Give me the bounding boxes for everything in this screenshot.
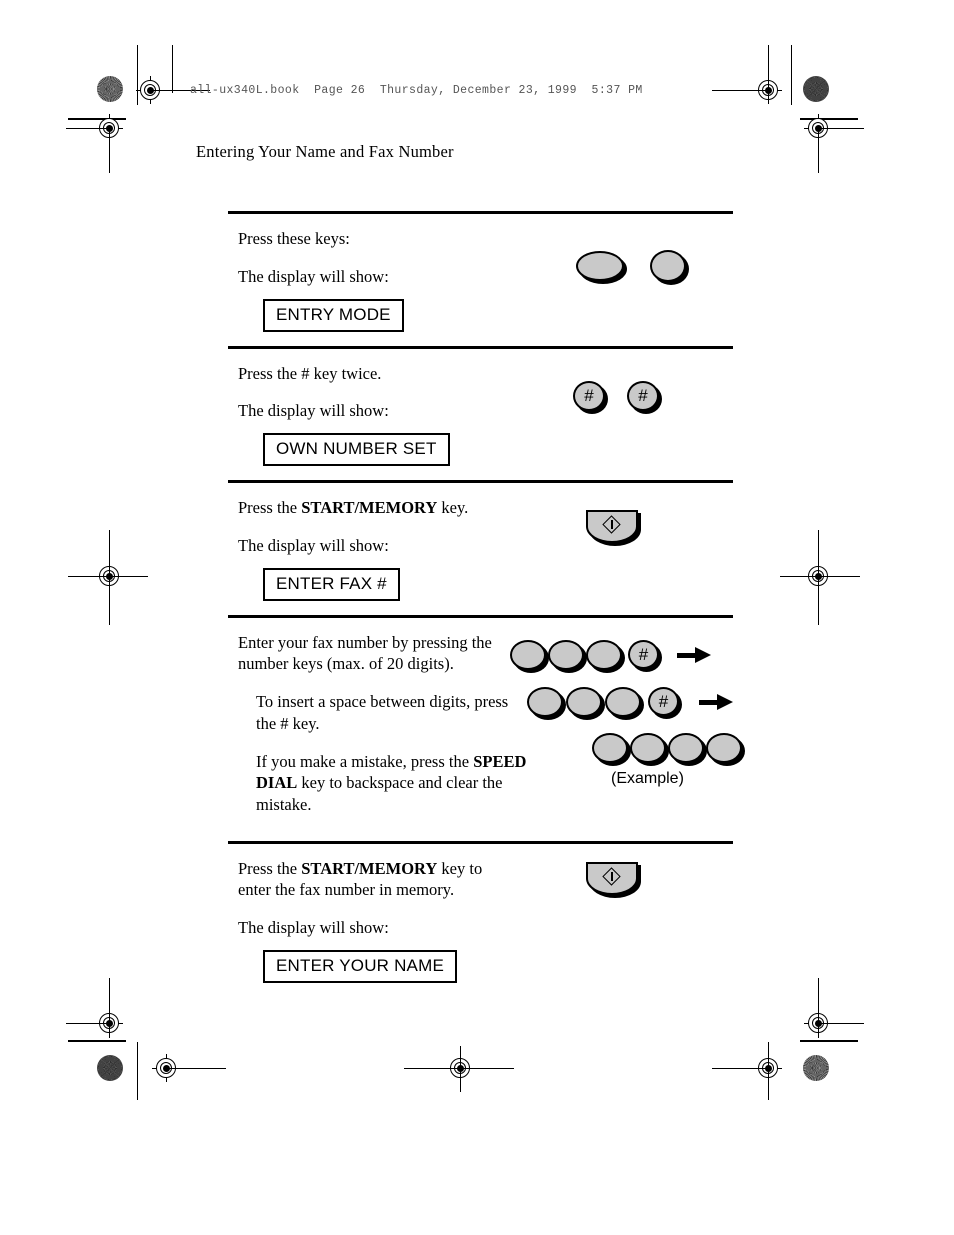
hash-glyph: # (658, 692, 669, 712)
step-entry-mode: Press these keys: The display will show:… (228, 214, 733, 346)
file-stamp: all-ux340L.book Page 26 Thursday, Decemb… (190, 84, 643, 97)
number-key-icon (706, 732, 745, 766)
step3-key-illustration (586, 510, 641, 548)
step4-key-row-1: # (510, 639, 711, 673)
registration-mark-right-upper (790, 100, 848, 158)
arrow-right-icon (699, 693, 733, 710)
trim-line-left-lower-bar (68, 1040, 126, 1042)
registration-mark-bottom-left (138, 1040, 196, 1098)
number-key-icon (586, 639, 625, 673)
step5-key-illustration (586, 861, 641, 900)
step5-pre: Press the (238, 858, 302, 878)
trim-line-bottom-center-horizontal (404, 1068, 514, 1069)
hash-key-icon: # (627, 380, 662, 414)
registration-mark-right-middle (790, 548, 848, 606)
trim-line-bottom-right-horizontal (712, 1068, 770, 1069)
function-key-round (650, 250, 689, 285)
trim-line-left-upper-vertical (109, 128, 110, 173)
trim-line-left-lower-vertical (109, 978, 110, 1038)
step3-display-label: The display will show: (238, 535, 389, 555)
example-caption: (Example) (611, 769, 684, 787)
step-own-number-set: Press the # key twice. The display will … (228, 349, 733, 481)
hash-key-icon: # (628, 640, 662, 673)
step3-pre: Press the (238, 498, 302, 518)
step5-instruction: Press the START/MEMORY key to enter the … (238, 858, 516, 902)
trim-line-right-middle-vertical (818, 530, 819, 625)
step3-post: key. (437, 498, 469, 518)
start-memory-key-name: START/MEMORY (301, 858, 438, 878)
lcd-display-enter-fax-number: ENTER FAX # (263, 567, 400, 601)
trim-line-right-lower-horizontal (818, 1023, 864, 1024)
number-key-icon (605, 686, 644, 720)
trim-line-left-middle-vertical (109, 530, 110, 625)
trim-line-left-middle-horizontal (68, 576, 148, 577)
registration-blob-top-right (803, 76, 829, 102)
trim-line-right-upper-horizontal (818, 128, 864, 129)
arrow-right-icon (677, 646, 711, 663)
hash-key-icon: # (648, 687, 682, 720)
number-key-icon (630, 732, 669, 766)
running-head: Entering Your Name and Fax Number (196, 142, 454, 161)
function-key-wide (576, 251, 627, 284)
hash-glyph: # (638, 645, 649, 665)
start-memory-key-name: START/MEMORY (301, 498, 438, 518)
step4-pre: If you make a mistake, press the (256, 751, 474, 771)
hash-key-icon: # (573, 380, 608, 414)
step-type-fax-digits: Enter your fax number by pressing the nu… (228, 618, 745, 841)
registration-mark-bottom-center (432, 1040, 490, 1098)
trim-line-bottom-center-vertical (460, 1046, 461, 1092)
registration-blob-bottom-right (803, 1055, 829, 1081)
registration-blob-top-left (97, 76, 123, 102)
start-memory-key-icon (586, 510, 641, 547)
number-key-icon (592, 732, 631, 766)
trim-line-bottom-left-horizontal (166, 1068, 226, 1069)
hash-glyph: # (638, 386, 648, 406)
registration-mark-bottom-right (740, 1040, 798, 1098)
step4-instruction-1: Enter your fax number by pressing the nu… (238, 632, 492, 674)
step4-key-row-3 (592, 732, 745, 766)
lcd-display-entry-mode: ENTRY MODE (263, 298, 404, 332)
step4-instruction-3: If you make a mistake, press the SPEED D… (256, 751, 534, 816)
number-key-icon (510, 639, 549, 673)
step-enter-fax-number: Press the START/MEMORY key. The display … (228, 483, 733, 615)
step4-key-row-2: # (527, 686, 733, 720)
number-key-icon (566, 686, 605, 720)
registration-mark-left-middle (81, 548, 139, 606)
trim-line-right-middle-horizontal (780, 576, 860, 577)
number-key-icon (668, 732, 707, 766)
step1-instruction: Press these keys: (238, 229, 350, 248)
procedure-steps: Press these keys: The display will show:… (228, 211, 745, 997)
start-memory-key-icon (586, 861, 641, 898)
step3-instruction: Press the START/MEMORY key. (238, 497, 733, 519)
trim-line-left-lower-horizontal (66, 1023, 112, 1024)
step4-instruction-2: To insert a space between digits, press … (256, 692, 509, 733)
trim-line-top-right-vertical (768, 45, 769, 103)
registration-mark-left-upper (81, 100, 139, 158)
trim-line-right-lower-vertical (818, 978, 819, 1038)
trim-line-top-right-horizontal (712, 90, 770, 91)
step1-key-illustration (576, 250, 689, 285)
registration-mark-left-lower (81, 995, 139, 1053)
step5-display-label: The display will show: (238, 918, 389, 938)
trim-line-right-lower-bar (800, 1040, 858, 1042)
step2-key-illustration: # # (573, 380, 662, 414)
step-enter-your-name: Press the START/MEMORY key to enter the … (228, 844, 733, 997)
lcd-display-enter-your-name: ENTER YOUR NAME (263, 949, 457, 983)
manual-page: all-ux340L.book Page 26 Thursday, Decemb… (0, 0, 954, 1235)
trim-line-bottom-right-vertical (768, 1042, 769, 1100)
lcd-display-own-number-set: OWN NUMBER SET (263, 433, 450, 467)
registration-mark-right-lower (790, 995, 848, 1053)
registration-blob-bottom-left (97, 1055, 123, 1081)
trim-line-top-right-vertical-2 (791, 45, 792, 105)
number-key-icon (527, 686, 566, 720)
hash-glyph: # (584, 386, 594, 406)
trim-line-right-upper-vertical (818, 128, 819, 173)
number-key-icon (548, 639, 587, 673)
trim-line-left-upper-horizontal (66, 128, 112, 129)
